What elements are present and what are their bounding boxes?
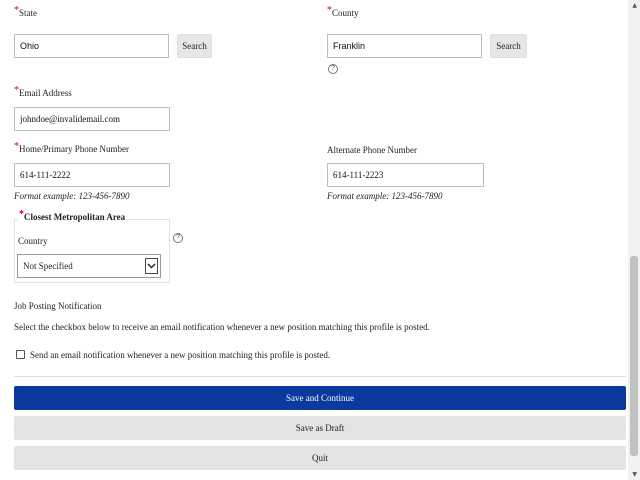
home-phone-input[interactable]: 614-111-2222 xyxy=(14,163,170,187)
scroll-up-icon[interactable]: ▲ xyxy=(632,2,637,9)
state-input[interactable]: Ohio xyxy=(14,34,169,58)
quit-button[interactable]: Quit xyxy=(14,446,626,470)
vertical-scrollbar[interactable]: ▲ ▼ xyxy=(628,0,640,480)
notification-description: Select the checkbox below to receive an … xyxy=(14,322,430,332)
alt-phone-label: Alternate Phone Number xyxy=(327,145,417,155)
scroll-down-icon[interactable]: ▼ xyxy=(632,471,637,478)
county-input[interactable]: Franklin xyxy=(327,34,482,58)
save-as-draft-button[interactable]: Save as Draft xyxy=(14,416,626,440)
country-label: Country xyxy=(18,236,48,246)
metro-help-icon[interactable]: ? xyxy=(173,233,183,243)
notification-checkbox-label[interactable]: Send an email notification whenever a ne… xyxy=(30,350,330,360)
email-input[interactable]: johndoe@invalidemail.com xyxy=(14,107,170,131)
country-select[interactable]: Not Specified xyxy=(17,254,161,278)
county-label: *County xyxy=(327,5,359,18)
state-label: *State xyxy=(14,5,37,18)
state-search-button[interactable]: Search xyxy=(177,34,212,58)
alt-phone-input[interactable]: 614-111-2223 xyxy=(327,163,484,187)
divider xyxy=(14,376,626,377)
notification-heading: Job Posting Notification xyxy=(14,301,102,311)
home-phone-label: *Home/Primary Phone Number xyxy=(14,141,129,154)
chevron-down-icon[interactable] xyxy=(145,258,158,274)
save-and-continue-button[interactable]: Save and Continue xyxy=(14,386,626,410)
scrollbar-thumb[interactable] xyxy=(630,256,638,456)
email-label: *Email Address xyxy=(14,85,72,98)
home-phone-format-hint: Format example: 123-456-7890 xyxy=(14,191,130,201)
county-help-icon[interactable]: ? xyxy=(328,64,338,74)
metro-legend: *Closest Metropolitan Area xyxy=(18,209,127,223)
county-search-button[interactable]: Search xyxy=(490,34,527,58)
notification-checkbox[interactable] xyxy=(16,350,25,359)
alt-phone-format-hint: Format example: 123-456-7890 xyxy=(327,191,443,201)
